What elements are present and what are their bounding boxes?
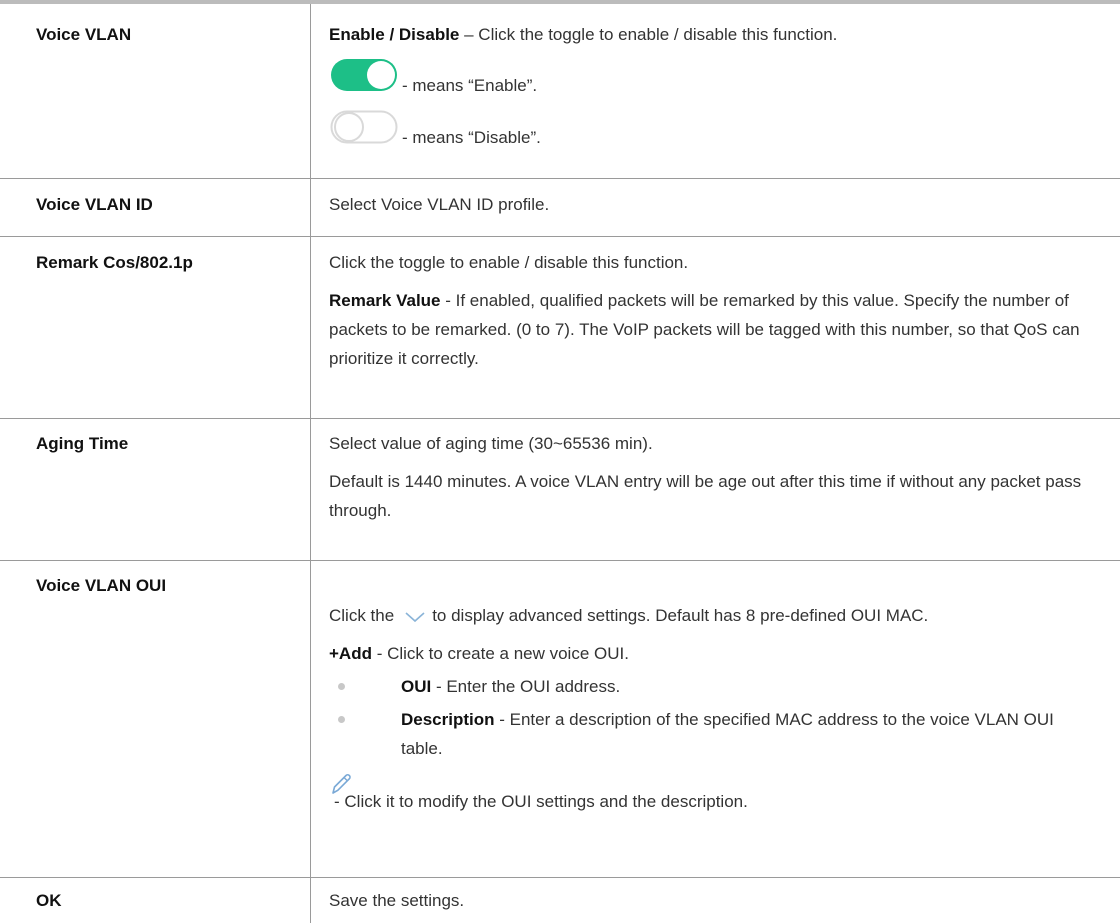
bullet-dot — [338, 716, 345, 723]
row-separator — [0, 418, 1120, 419]
row-label-voice-vlan: Voice VLAN — [36, 25, 132, 44]
parameter-table: Voice VLAN Enable / Disable – Click the … — [0, 0, 1120, 923]
row-desc-aging-time: Select value of aging time (30~65536 min… — [329, 434, 1082, 520]
add-line: +Add - Click to create a new voice OUI. — [329, 644, 629, 663]
chevron-line: Click the to display advanced settings. D… — [329, 606, 929, 625]
bullet-dot — [338, 683, 345, 690]
row-label-remark-cos: Remark Cos/802.1p — [36, 253, 193, 272]
row-desc-voice-vlan-id: Select Voice VLAN ID profile. — [329, 195, 550, 214]
toggle-enable-line: - means “Enable”. — [329, 55, 1099, 101]
row-desc-remark-cos: Click the toggle to enable / disable thi… — [329, 248, 1099, 373]
toggle-on-icon — [331, 59, 397, 91]
remark-value-text: Remark Value - If enabled, qualified pac… — [329, 291, 1080, 368]
row-desc-voice-vlan: Enable / Disable – Click the toggle to e… — [329, 20, 1099, 153]
column-divider — [310, 4, 311, 923]
table-top-rule — [0, 0, 1120, 4]
enable-disable-line: Enable / Disable – Click the toggle to e… — [329, 25, 838, 44]
row-separator — [0, 560, 1120, 561]
row-label-voice-vlan-oui: Voice VLAN OUI — [36, 576, 167, 595]
toggle-disable-line: - means “Disable”. — [329, 107, 1099, 153]
toggle-off-icon — [330, 110, 398, 144]
chevron-down-icon — [405, 611, 425, 622]
row-label-ok: OK — [36, 891, 62, 910]
bullet-description: Description - Enter a description of the… — [329, 705, 1099, 763]
row-desc-ok: Save the settings. — [329, 891, 465, 910]
row-separator — [0, 178, 1120, 179]
row-separator — [0, 236, 1120, 237]
row-separator — [0, 877, 1120, 878]
row-label-voice-vlan-id: Voice VLAN ID — [36, 195, 153, 214]
bullet-oui: OUI - Enter the OUI address. — [329, 672, 1099, 701]
row-desc-voice-vlan-oui: Click the to display advanced settings. D… — [329, 601, 1099, 817]
pencil-edit-line: - Click it to modify the OUI settings an… — [329, 771, 1099, 817]
row-label-aging-time: Aging Time — [36, 434, 129, 453]
